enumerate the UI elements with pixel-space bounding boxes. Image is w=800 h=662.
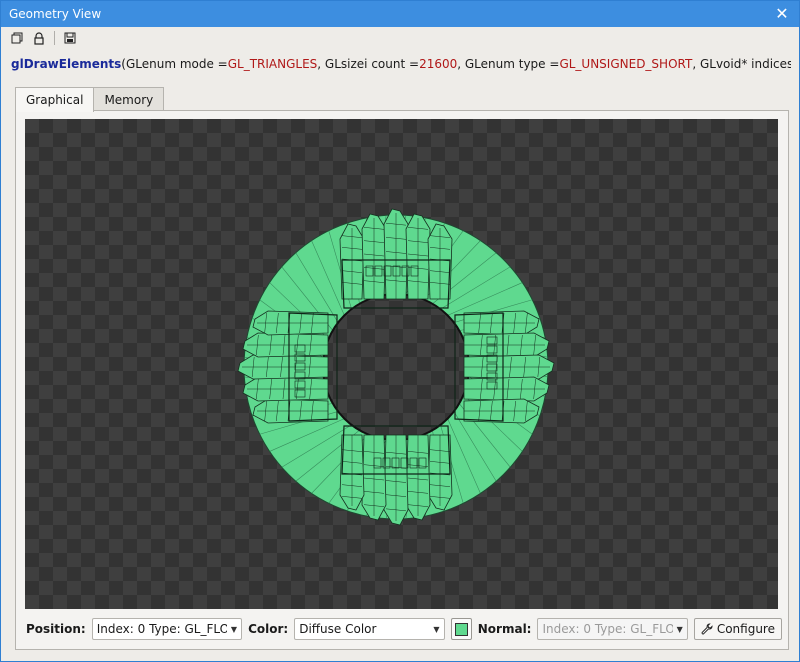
attribute-controls: Position: Index: 0 Type: GL_FLOA ▼ Color… bbox=[26, 617, 782, 641]
configure-button[interactable]: Configure bbox=[693, 618, 782, 640]
chevron-down-icon: ▼ bbox=[230, 624, 238, 634]
call-text-open: (GLenum mode = bbox=[121, 57, 228, 71]
close-icon[interactable]: ✕ bbox=[773, 5, 791, 23]
position-select[interactable]: Index: 0 Type: GL_FLOA ▼ bbox=[91, 618, 243, 640]
call-text-sep1: , GLsizei count = bbox=[317, 57, 420, 71]
color-swatch bbox=[454, 622, 468, 636]
mode-value: GL_TRIANGLES bbox=[227, 57, 318, 71]
normal-label: Normal: bbox=[477, 622, 532, 636]
normal-select[interactable]: Index: 0 Type: GL_FLOA ▼ bbox=[537, 618, 688, 640]
call-text-sep3: , GLvoid* indices ... bbox=[692, 57, 791, 71]
color-swatch-button[interactable] bbox=[450, 618, 472, 640]
function-name: glDrawElements bbox=[11, 57, 122, 71]
color-label: Color: bbox=[248, 622, 289, 636]
api-call-signature: glDrawElements (GLenum mode = GL_TRIANGLE… bbox=[11, 53, 791, 75]
type-value: GL_UNSIGNED_SHORT bbox=[559, 57, 693, 71]
configure-button-label: Configure bbox=[716, 622, 775, 636]
color-select[interactable]: Diffuse Color ▼ bbox=[294, 618, 445, 640]
geometry-view-window: Geometry View ✕ glDrawElements (GLenum m… bbox=[0, 0, 800, 662]
position-select-value: Index: 0 Type: GL_FLOA bbox=[96, 622, 227, 636]
normal-select-value: Index: 0 Type: GL_FLOA bbox=[542, 622, 673, 636]
toolbar-separator bbox=[54, 31, 55, 45]
copy-icon[interactable] bbox=[9, 30, 25, 46]
color-select-value: Diffuse Color bbox=[299, 622, 377, 636]
tab-graphical[interactable]: Graphical bbox=[15, 87, 95, 112]
graphical-panel: Position: Index: 0 Type: GL_FLOA ▼ Color… bbox=[15, 110, 789, 650]
lock-icon[interactable] bbox=[31, 30, 47, 46]
wrench-icon bbox=[701, 623, 713, 635]
save-icon[interactable] bbox=[62, 30, 78, 46]
title-bar[interactable]: Geometry View ✕ bbox=[1, 1, 799, 27]
view-tabs: Graphical Memory bbox=[15, 87, 165, 112]
geometry-viewport[interactable] bbox=[25, 119, 778, 609]
mesh-render bbox=[237, 208, 555, 526]
call-text-sep2: , GLenum type = bbox=[457, 57, 560, 71]
chevron-down-icon: ▼ bbox=[433, 624, 440, 634]
chevron-down-icon: ▼ bbox=[676, 624, 683, 634]
toolbar bbox=[1, 27, 799, 49]
count-value: 21600 bbox=[419, 57, 458, 71]
window-title: Geometry View bbox=[9, 7, 102, 21]
position-label: Position: bbox=[26, 622, 86, 636]
tab-memory[interactable]: Memory bbox=[93, 87, 165, 111]
